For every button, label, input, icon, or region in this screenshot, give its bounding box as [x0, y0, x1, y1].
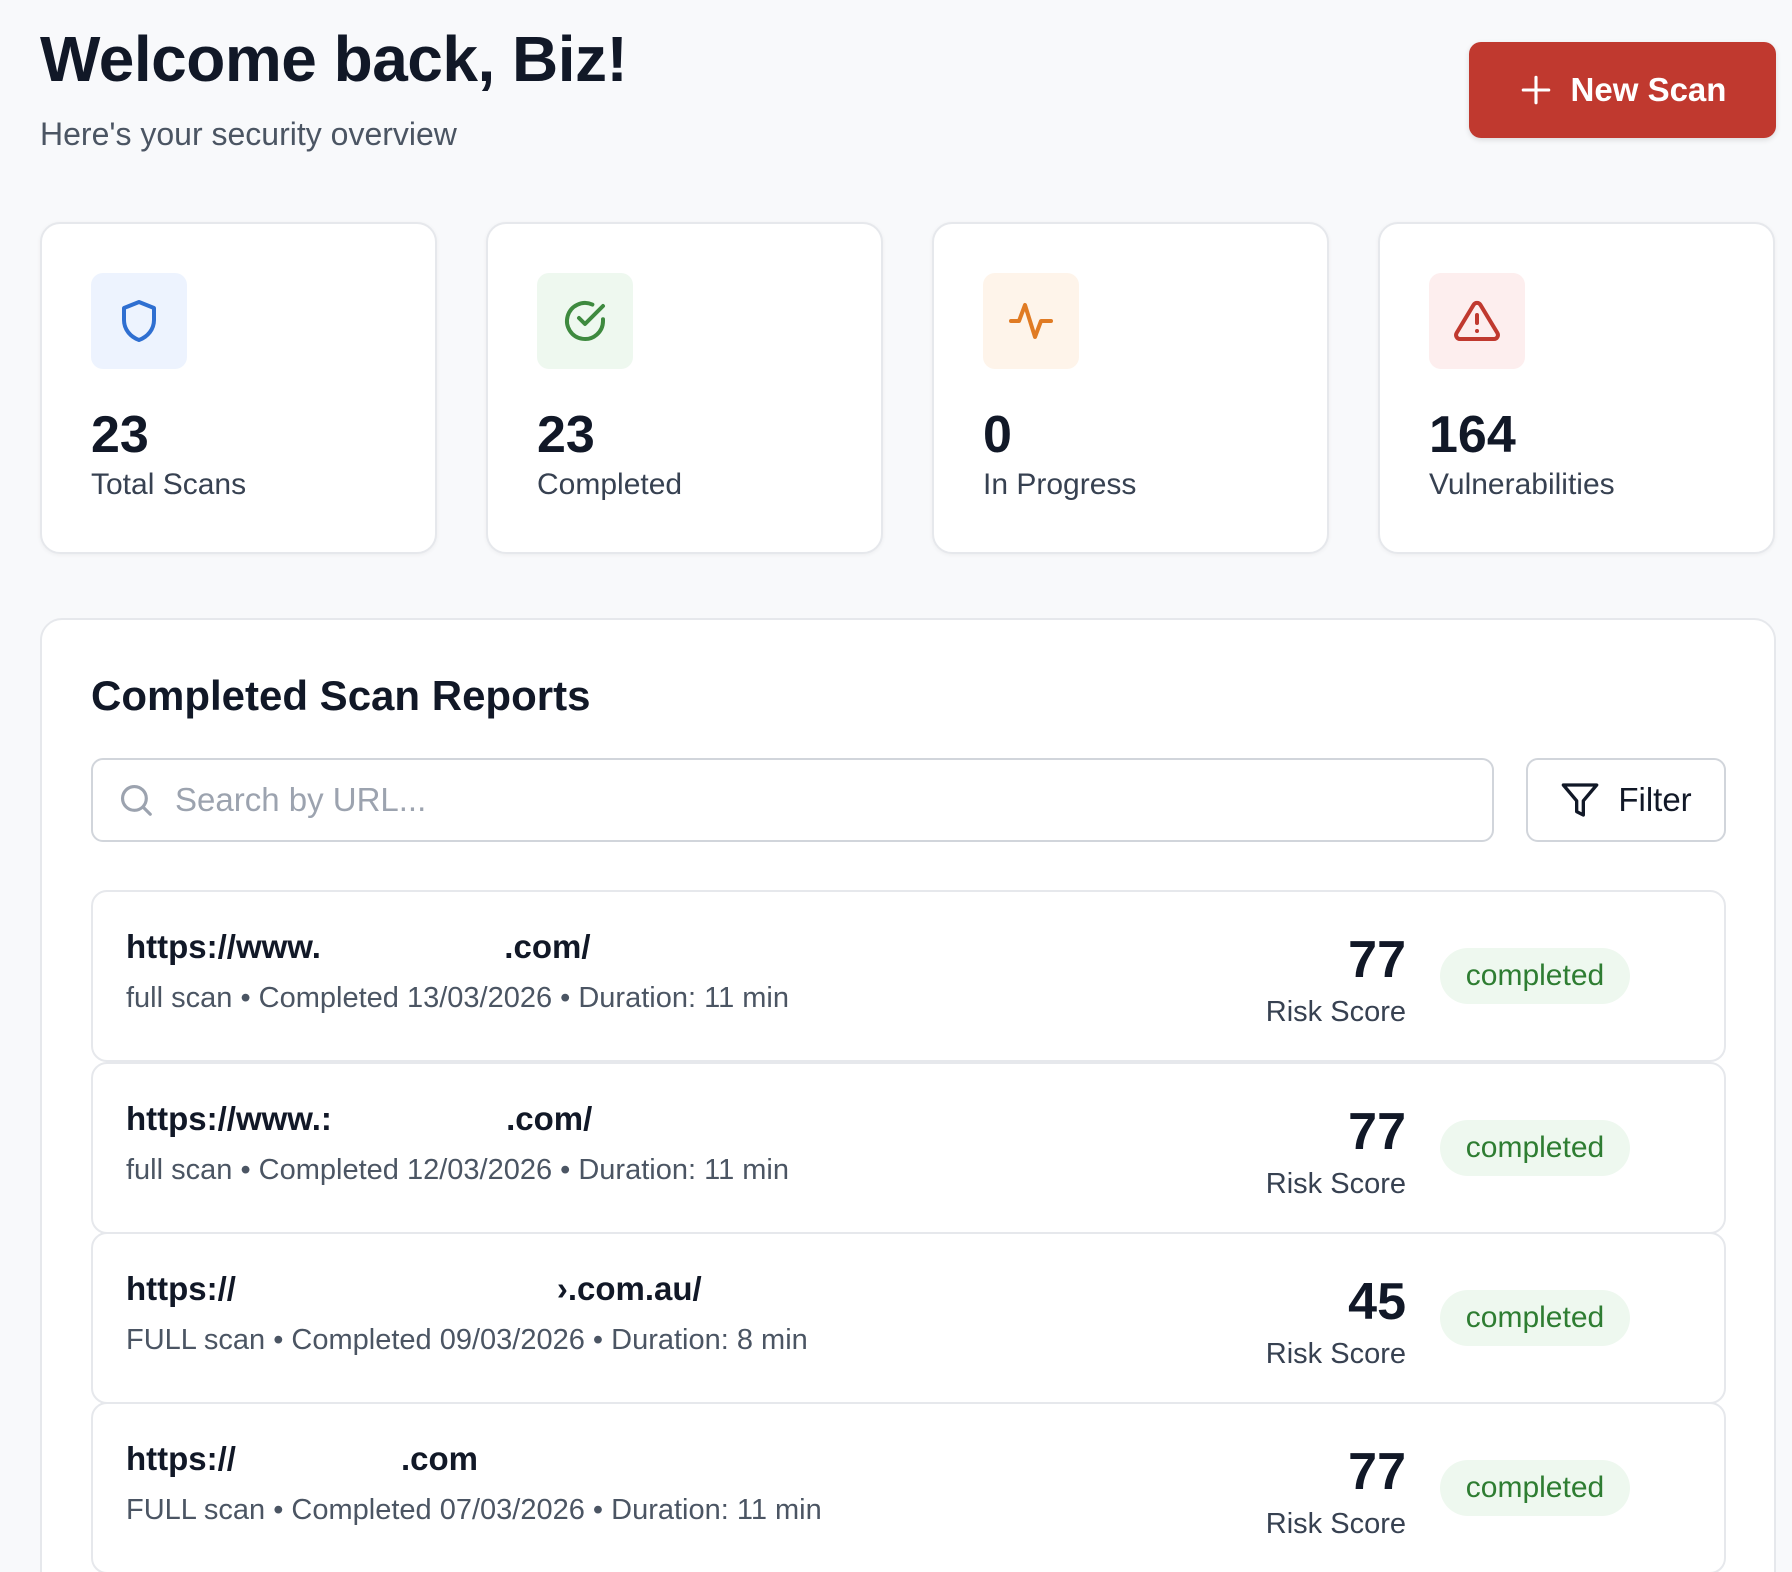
- status-badge: completed: [1440, 1290, 1630, 1346]
- risk-score-label: Risk Score: [1265, 1338, 1406, 1370]
- scan-meta: full scan • Completed 13/03/2026 • Durat…: [126, 982, 789, 1014]
- scan-url[interactable]: https://www.: .com/: [126, 1100, 592, 1138]
- reports-title: Completed Scan Reports: [91, 672, 591, 719]
- filter-icon: [1561, 783, 1599, 817]
- risk-score-label: Risk Score: [1265, 996, 1406, 1028]
- search-box[interactable]: [91, 758, 1494, 842]
- stat-card-total-scans: 23 Total Scans: [40, 222, 437, 554]
- stat-value: 0: [983, 406, 1012, 464]
- scan-url[interactable]: https:// ›.com.au/: [126, 1270, 702, 1308]
- new-scan-button[interactable]: New Scan: [1469, 42, 1776, 138]
- scan-meta: FULL scan • Completed 07/03/2026 • Durat…: [126, 1494, 822, 1526]
- scan-report-row[interactable]: https:// .com FULL scan • Completed 07/0…: [91, 1402, 1726, 1572]
- status-badge: completed: [1440, 1460, 1630, 1516]
- risk-score-value: 77: [1348, 931, 1406, 989]
- stat-icon-wrap: [1429, 273, 1525, 369]
- page-title: Welcome back, Biz!: [40, 23, 628, 95]
- risk-score-value: 77: [1348, 1443, 1406, 1501]
- filter-button[interactable]: Filter: [1526, 758, 1726, 842]
- stat-label: In Progress: [983, 468, 1137, 501]
- scan-url[interactable]: https:// .com: [126, 1440, 478, 1478]
- risk-score-label: Risk Score: [1265, 1508, 1406, 1540]
- stat-icon-wrap: [91, 273, 187, 369]
- scan-report-row[interactable]: https:// ›.com.au/ FULL scan • Completed…: [91, 1232, 1726, 1404]
- shield-icon: [122, 300, 156, 342]
- stat-card-completed: 23 Completed: [486, 222, 883, 554]
- risk-score-label: Risk Score: [1265, 1168, 1406, 1200]
- status-badge: completed: [1440, 1120, 1630, 1176]
- stat-card-vulnerabilities: 164 Vulnerabilities: [1378, 222, 1775, 554]
- scan-url[interactable]: https://www. .com/: [126, 928, 590, 966]
- check-circle-icon: [565, 301, 605, 341]
- stat-label: Completed: [537, 468, 683, 501]
- scan-report-row[interactable]: https://www.: .com/ full scan • Complete…: [91, 1062, 1726, 1234]
- new-scan-label: New Scan: [1570, 71, 1727, 108]
- activity-icon: [1009, 303, 1053, 339]
- search-icon: [120, 784, 152, 816]
- stat-label: Total Scans: [91, 468, 247, 501]
- risk-score-value: 77: [1348, 1103, 1406, 1161]
- stat-icon-wrap: [983, 273, 1079, 369]
- stat-label: Vulnerabilities: [1429, 468, 1615, 501]
- filter-label: Filter: [1618, 781, 1692, 818]
- stat-value: 164: [1429, 406, 1516, 464]
- stat-card-in-progress: 0 In Progress: [932, 222, 1329, 554]
- scan-report-row[interactable]: https://www. .com/ full scan • Completed…: [91, 890, 1726, 1062]
- stat-icon-wrap: [537, 273, 633, 369]
- warning-triangle-icon: [1454, 300, 1500, 341]
- stat-value: 23: [91, 406, 149, 464]
- plus-icon: [1521, 75, 1550, 105]
- page-header: Welcome back, Biz! Here's your security …: [40, 23, 628, 153]
- completed-scan-reports-panel: Completed Scan Reports Filter https://ww…: [40, 618, 1776, 1572]
- status-badge: completed: [1440, 948, 1630, 1004]
- scan-meta: full scan • Completed 12/03/2026 • Durat…: [126, 1154, 789, 1186]
- search-input[interactable]: [175, 781, 1475, 819]
- stat-value: 23: [537, 406, 595, 464]
- page-subtitle: Here's your security overview: [40, 116, 457, 153]
- risk-score-value: 45: [1348, 1273, 1406, 1331]
- scan-meta: FULL scan • Completed 09/03/2026 • Durat…: [126, 1324, 808, 1356]
